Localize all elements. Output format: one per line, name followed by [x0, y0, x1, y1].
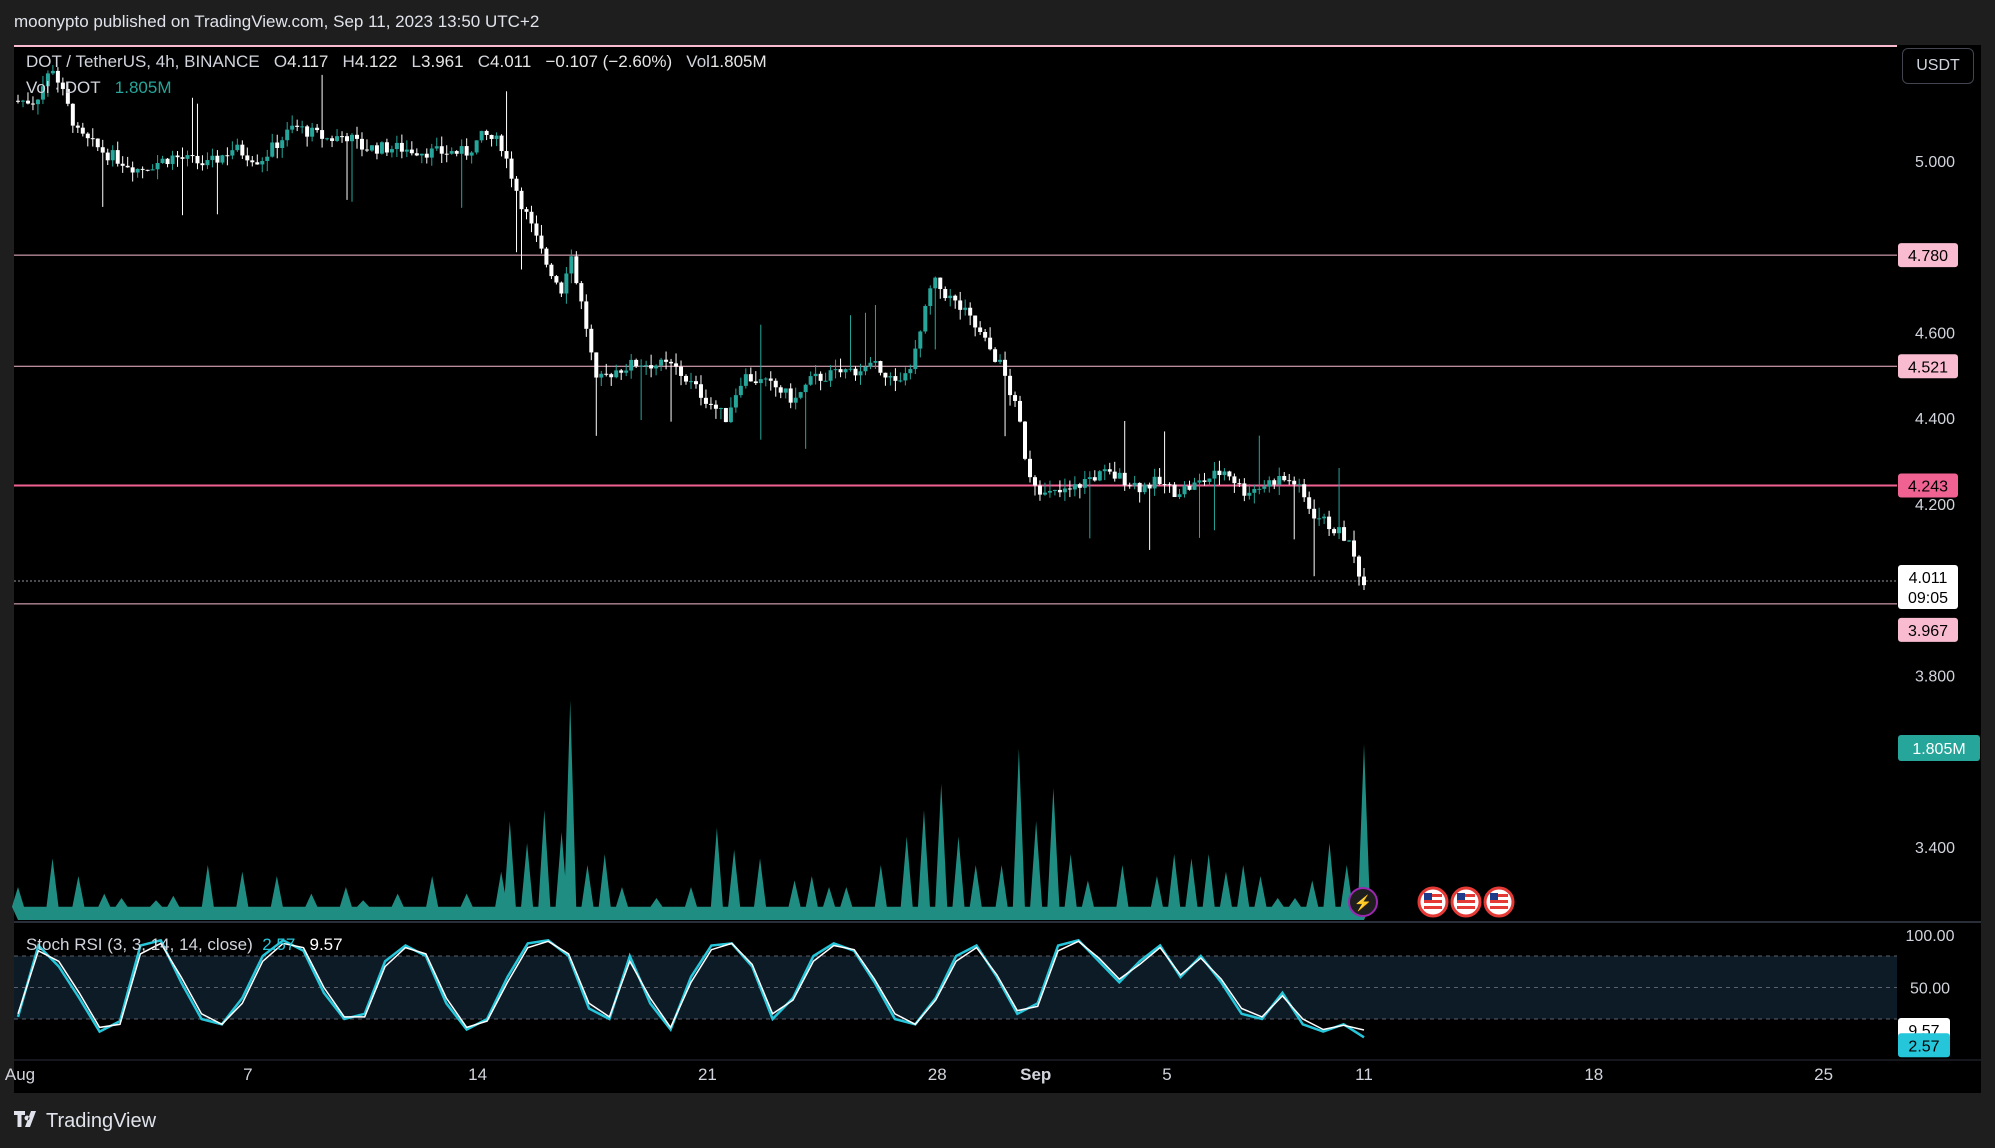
stoch-legend: Stoch RSI (3, 3, 14, 14, close) 2.57 9.5…	[26, 935, 343, 955]
legend-vol-label: Vol	[686, 52, 710, 71]
legend-high-label: H	[342, 52, 355, 71]
legend-open: 4.117	[287, 52, 329, 71]
tradingview-logo[interactable]: TradingView	[14, 1110, 156, 1133]
legend-low: 3.961	[421, 52, 464, 71]
stoch-k-value: 2.57	[262, 935, 296, 954]
publisher-info: moonypto published on TradingView.com, S…	[14, 12, 540, 31]
legend-high: 4.122	[354, 52, 398, 71]
legend-symbol: DOT / TetherUS, 4h, BINANCE	[26, 52, 260, 71]
tradingview-brand: TradingView	[46, 1110, 157, 1132]
currency-button[interactable]: USDT	[1902, 48, 1974, 84]
legend-change: −0.107 (−2.60%)	[545, 52, 673, 71]
legend-low-label: L	[411, 52, 422, 71]
stoch-d-value: 9.57	[309, 935, 343, 954]
price-legend: DOT / TetherUS, 4h, BINANCE O4.117 H4.12…	[26, 52, 767, 104]
stoch-legend-label: Stoch RSI (3, 3, 14, 14, close)	[26, 935, 253, 954]
legend-close: 4.011	[490, 52, 532, 71]
top-bar: moonypto published on TradingView.com, S…	[0, 0, 1995, 45]
legend-close-label: C	[477, 52, 491, 71]
volume-legend-value: 1.805M	[114, 78, 172, 97]
bottom-bar	[0, 1093, 1995, 1148]
legend-open-label: O	[273, 52, 288, 71]
volume-legend-label: Vol · DOT	[26, 78, 101, 97]
tradingview-logo-icon	[14, 1110, 40, 1133]
legend-vol: 1.805M	[709, 52, 767, 71]
